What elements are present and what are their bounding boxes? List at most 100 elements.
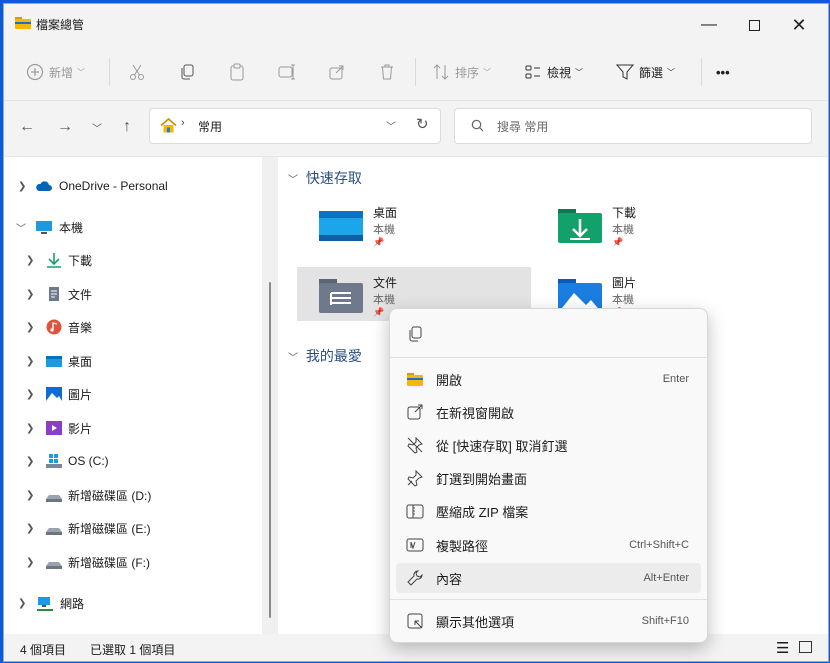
plus-circle-icon: [26, 63, 44, 81]
nav-item-network[interactable]: ❯ 網路: [4, 588, 264, 618]
minimize-button[interactable]: —: [686, 8, 732, 42]
rename-icon: [278, 64, 295, 80]
chevron-right-icon: ❯: [18, 597, 27, 609]
navigation-scrollbar[interactable]: [262, 157, 278, 637]
menu-item-show-more-options[interactable]: 顯示其他選項 Shift+F10: [396, 606, 701, 636]
close-button[interactable]: ✕: [776, 8, 822, 42]
quick-access-header[interactable]: ﹀ 快速存取: [288, 168, 362, 188]
tiles-view-icon[interactable]: [799, 641, 812, 653]
zip-folder-icon: [406, 504, 424, 519]
folder-icon: [15, 17, 31, 29]
nav-item-onedrive[interactable]: ❯ OneDrive - Personal: [4, 171, 264, 201]
chevron-right-icon: ❯: [26, 288, 35, 300]
sort-button[interactable]: 排序 ﹀: [432, 56, 491, 88]
menu-item-unpin-quick-access[interactable]: 從 [快速存取] 取消釘選: [396, 430, 701, 460]
title-bar: 檔案總管 — ✕: [4, 4, 828, 44]
filter-button[interactable]: 篩選 ﹀: [616, 56, 675, 88]
chevron-right-icon: ❯: [26, 455, 35, 467]
command-bar: 新增 ﹀ 排序 ﹀ 檢視 ﹀ 篩選 ﹀ •••: [4, 44, 828, 101]
desktop-folder-icon: [319, 211, 363, 241]
nav-item-music[interactable]: ❯ 音樂: [4, 312, 264, 342]
refresh-icon[interactable]: ↻: [416, 115, 429, 133]
details-view-icon[interactable]: ☰: [776, 639, 789, 657]
download-icon: [47, 253, 61, 268]
nav-item-drive-c[interactable]: ❯ OS (C:): [4, 446, 264, 476]
nav-item-desktop[interactable]: ❯ 桌面: [4, 346, 264, 376]
context-menu: 開啟 Enter 在新視窗開啟 從 [快速存取] 取消釘選 釘選到開始畫面 壓縮…: [389, 308, 708, 643]
quick-access-item-desktop[interactable]: 桌面 本機 📌: [297, 197, 531, 251]
search-input[interactable]: 搜尋 常用: [497, 118, 548, 135]
chevron-right-icon: ❯: [26, 355, 35, 367]
nav-item-pictures[interactable]: ❯ 圖片: [4, 379, 264, 409]
music-icon: [46, 319, 62, 335]
chevron-down-icon: ﹀: [16, 223, 26, 235]
address-bar[interactable]: › 常用 ﹀ ↻: [149, 108, 441, 144]
menu-item-compress-zip[interactable]: 壓縮成 ZIP 檔案: [396, 496, 701, 526]
nav-item-videos[interactable]: ❯ 影片: [4, 413, 264, 443]
selected-count: 已選取 1 個項目: [90, 643, 176, 657]
cloud-icon: [36, 181, 52, 191]
scissors-icon: [130, 64, 144, 80]
open-new-window-icon: [407, 404, 423, 420]
recent-locations-button[interactable]: ﹀: [86, 116, 108, 138]
nav-item-drive-f[interactable]: ❯ 新增磁碟區 (F:): [4, 547, 264, 577]
new-button[interactable]: 新增 ﹀: [26, 56, 85, 88]
favorites-header[interactable]: ﹀ 我的最愛: [288, 346, 362, 366]
desktop-icon: [46, 356, 62, 367]
view-button[interactable]: 檢視 ﹀: [524, 56, 583, 88]
chevron-right-icon: ❯: [26, 321, 35, 333]
chevron-down-icon: ﹀: [92, 123, 102, 135]
arrow-right-icon: →: [57, 118, 73, 135]
up-button[interactable]: ↑: [116, 116, 138, 138]
address-dropdown-icon[interactable]: ﹀: [386, 118, 396, 133]
menu-item-copy-path[interactable]: 複製路徑 Ctrl+Shift+C: [396, 530, 701, 560]
chevron-right-icon: ❯: [18, 180, 27, 192]
chevron-right-icon: ❯: [26, 388, 35, 400]
maximize-icon: [748, 19, 760, 31]
more-options-button[interactable]: •••: [716, 56, 730, 88]
drive-icon: [46, 562, 62, 569]
drive-icon: [46, 528, 62, 535]
breadcrumb[interactable]: 常用: [198, 118, 222, 135]
sort-icon: [433, 64, 449, 80]
document-icon: [49, 287, 59, 301]
drive-icon: [46, 495, 62, 502]
nav-item-downloads[interactable]: ❯ 下載: [4, 245, 264, 275]
quick-access-item-downloads[interactable]: 下載 本機 📌: [536, 197, 770, 251]
menu-item-properties[interactable]: 內容 Alt+Enter: [396, 563, 701, 593]
arrow-up-icon: ↑: [123, 118, 131, 135]
scrollbar-thumb[interactable]: [269, 282, 271, 618]
delete-button[interactable]: [378, 56, 396, 88]
share-icon: [329, 65, 344, 80]
item-count: 4 個項目: [20, 643, 67, 657]
nav-item-this-pc[interactable]: ﹀ 本機: [4, 212, 264, 242]
nav-item-drive-e[interactable]: ❯ 新增磁碟區 (E:): [4, 513, 264, 543]
paste-button[interactable]: [228, 56, 246, 88]
windows-drive-icon: [46, 454, 62, 468]
copy-button[interactable]: [178, 56, 196, 88]
view-icon: [525, 65, 540, 79]
rename-button[interactable]: [278, 56, 296, 88]
forward-button[interactable]: →: [54, 116, 76, 138]
pin-icon: 📌: [373, 237, 385, 247]
maximize-button[interactable]: [731, 8, 777, 42]
back-button[interactable]: ←: [16, 116, 38, 138]
share-button[interactable]: [328, 56, 346, 88]
computer-icon: [36, 221, 52, 234]
chevron-right-icon: ❯: [26, 254, 35, 266]
cut-button[interactable]: [128, 56, 146, 88]
menu-item-open[interactable]: 開啟 Enter: [396, 364, 701, 394]
copy-icon[interactable]: [406, 325, 424, 346]
documents-folder-icon: [319, 279, 363, 313]
navigation-bar: ← → ﹀ ↑ › 常用 ﹀ ↻ 搜尋 常用: [4, 100, 828, 156]
network-icon: [37, 597, 53, 611]
chevron-down-icon: ﹀: [288, 353, 298, 364]
menu-item-pin-start[interactable]: 釘選到開始畫面: [396, 463, 701, 493]
menu-item-open-new-window[interactable]: 在新視窗開啟: [396, 397, 701, 427]
window-title: 檔案總管: [36, 18, 85, 32]
folder-open-icon: [407, 373, 423, 386]
search-box[interactable]: 搜尋 常用: [454, 108, 812, 144]
nav-item-drive-d[interactable]: ❯ 新增磁碟區 (D:): [4, 480, 264, 510]
unpin-icon: [407, 436, 423, 454]
nav-item-documents[interactable]: ❯ 文件: [4, 279, 264, 309]
